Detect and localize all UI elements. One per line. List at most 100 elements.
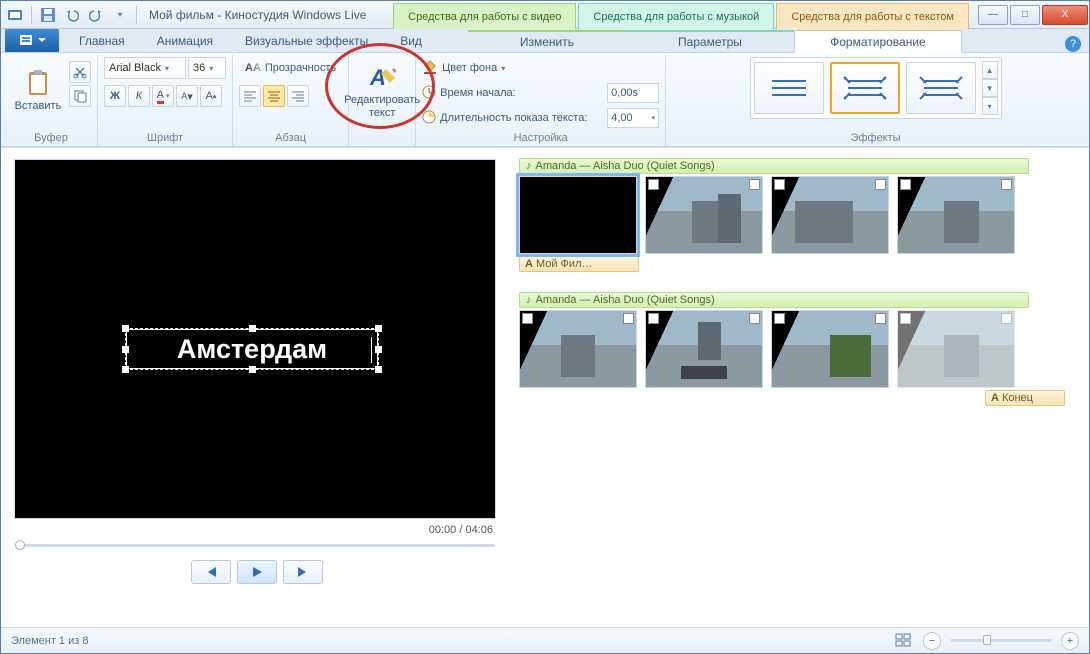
tab-home[interactable]: Главная (63, 30, 141, 52)
gallery-up-button[interactable]: ▲ (982, 61, 998, 79)
play-button[interactable] (237, 560, 277, 584)
video-preview[interactable]: Амстердам (15, 160, 495, 518)
next-frame-button[interactable] (283, 560, 323, 584)
timeline-clip[interactable] (519, 176, 637, 254)
transport-controls (15, 560, 499, 584)
view-thumbnails-button[interactable] (895, 633, 913, 649)
font-color-button[interactable]: A▾ (152, 85, 174, 107)
window-title: Мой фильм - Киностудия Windows Live (149, 8, 366, 22)
timeline-clip[interactable] (645, 176, 763, 254)
font-shrink-button[interactable]: A▾ (176, 85, 198, 107)
timeline-pane[interactable]: ♪ Amanda — Aisha Duo (Quiet Songs) A Мой… (509, 148, 1089, 627)
music-track-2[interactable]: ♪ Amanda — Aisha Duo (Quiet Songs) (519, 292, 1029, 308)
bold-button[interactable]: Ж (104, 85, 126, 107)
italic-button[interactable]: К (128, 85, 150, 107)
prev-frame-button[interactable] (191, 560, 231, 584)
zoom-slider[interactable] (951, 639, 1051, 642)
zoom-in-button[interactable]: + (1061, 632, 1079, 650)
bg-color-button[interactable]: Цвет фона▾ (422, 57, 659, 79)
tab-video-edit[interactable]: Изменить (468, 30, 626, 52)
duration-icon (422, 110, 436, 127)
window-maximize-button[interactable]: □ (1010, 5, 1040, 25)
transparency-icon: AA (245, 62, 261, 74)
text-caret (371, 337, 372, 363)
system-menu-icon[interactable] (5, 5, 25, 25)
effect-item-1[interactable] (754, 62, 824, 114)
status-item-count: Элемент 1 из 8 (11, 635, 88, 647)
music-note-icon: ♪ (526, 294, 532, 306)
qat-redo-icon[interactable] (86, 5, 106, 25)
quick-access-toolbar: ▾ (34, 5, 134, 25)
resize-handle[interactable] (122, 325, 129, 332)
tooltab-text[interactable]: Средства для работы с текстом (776, 3, 969, 29)
duration-label: Длительность показа текста: (440, 112, 587, 124)
cut-button[interactable] (69, 61, 91, 83)
paste-button[interactable]: Вставить (11, 57, 65, 123)
align-center-button[interactable] (263, 85, 285, 107)
duration-field[interactable]: 4,00▾ (607, 108, 659, 128)
window-close-button[interactable]: X (1042, 5, 1088, 25)
font-family-combo[interactable]: Arial Black▾ (104, 57, 186, 79)
timeline-clip[interactable] (519, 310, 637, 388)
seek-thumb[interactable] (15, 540, 25, 550)
edit-text-button[interactable]: A Редактировать текст (355, 57, 409, 123)
bucket-icon (422, 60, 438, 77)
align-left-button[interactable] (239, 85, 261, 107)
gallery-down-button[interactable]: ▼ (982, 79, 998, 97)
file-menu-button[interactable] (5, 28, 59, 52)
window-minimize-button[interactable]: — (978, 5, 1008, 25)
start-time-label: Время начала: (440, 87, 516, 99)
text-caption-end[interactable]: A Конец (985, 390, 1065, 406)
time-display: 00:00 / 04:06 (15, 518, 499, 538)
clipboard-icon (24, 69, 52, 97)
qat-customize-icon[interactable]: ▾ (110, 5, 130, 25)
tab-music-params[interactable]: Параметры (626, 30, 794, 52)
qat-save-icon[interactable] (38, 5, 58, 25)
tooltab-video[interactable]: Средства для работы с видео (393, 3, 576, 29)
resize-handle[interactable] (375, 325, 382, 332)
timeline-clip[interactable] (771, 176, 889, 254)
ribbon: Вставить Буфер Arial Black▾ 36▾ Ж К A▾ A… (1, 53, 1089, 147)
edit-text-icon: A (368, 63, 396, 91)
transparency-button[interactable]: AA Прозрачность (239, 57, 342, 79)
text-caption-clip[interactable]: A Мой Фил… (519, 256, 639, 272)
effects-gallery: ▲ ▼ ▾ (750, 57, 1002, 119)
gallery-more-button[interactable]: ▾ (982, 97, 998, 115)
font-grow-button[interactable]: A▴ (200, 85, 222, 107)
music-track-1[interactable]: ♪ Amanda — Aisha Duo (Quiet Songs) (519, 158, 1029, 174)
zoom-thumb[interactable] (983, 635, 991, 645)
tab-animation[interactable]: Анимация (141, 30, 229, 52)
tab-text-format[interactable]: Форматирование (794, 30, 962, 53)
preview-pane: Амстердам 00:00 / 04:06 (1, 148, 509, 627)
qat-undo-icon[interactable] (62, 5, 82, 25)
timeline-clip[interactable] (897, 176, 1015, 254)
titlebar: ▾ Мой фильм - Киностудия Windows Live Ср… (1, 1, 1089, 29)
resize-handle[interactable] (375, 346, 382, 353)
group-effects: ▲ ▼ ▾ Эффекты (666, 55, 1085, 146)
tooltab-music[interactable]: Средства для работы с музыкой (578, 3, 774, 29)
resize-handle[interactable] (122, 346, 129, 353)
resize-handle[interactable] (122, 366, 129, 373)
group-font: Arial Black▾ 36▾ Ж К A▾ A▾ A▴ Шрифт (98, 55, 233, 146)
resize-handle[interactable] (249, 366, 256, 373)
workspace: Амстердам 00:00 / 04:06 ♪ Amanda — Aisha… (1, 147, 1089, 627)
group-buffer: Вставить Буфер (5, 55, 98, 146)
help-icon[interactable]: ? (1065, 36, 1081, 52)
effect-item-2[interactable] (830, 62, 900, 114)
title-text-box[interactable]: Амстердам (125, 328, 379, 370)
align-right-button[interactable] (287, 85, 309, 107)
timeline-clip[interactable] (645, 310, 763, 388)
clock-icon (422, 85, 436, 102)
tab-view[interactable]: Вид (384, 30, 438, 52)
resize-handle[interactable] (249, 325, 256, 332)
font-size-combo[interactable]: 36▾ (188, 57, 226, 79)
timeline-clip[interactable] (771, 310, 889, 388)
zoom-out-button[interactable]: − (923, 632, 941, 650)
effect-item-3[interactable] (906, 62, 976, 114)
tab-visual-effects[interactable]: Визуальные эффекты (229, 30, 384, 52)
start-time-field[interactable]: 0,00s (607, 83, 659, 103)
seek-bar[interactable] (15, 538, 495, 552)
timeline-clip[interactable] (897, 310, 1015, 388)
resize-handle[interactable] (375, 366, 382, 373)
copy-button[interactable] (69, 85, 91, 107)
